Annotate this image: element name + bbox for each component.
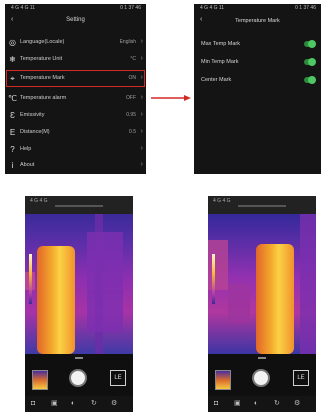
drag-handle[interactable] bbox=[75, 357, 83, 359]
settings-icon[interactable]: ⚙ bbox=[294, 400, 300, 408]
rotate-icon[interactable]: ↻ bbox=[91, 400, 97, 408]
camera-screen-1: 4 G 4 G LE ◘ ▣ ◐ ↻ ⚙ bbox=[25, 196, 133, 412]
thermal-region bbox=[87, 232, 123, 332]
emissivity-icon: Ɛ bbox=[10, 111, 15, 120]
thermometer-icon: ❄ bbox=[9, 55, 16, 64]
settings-item-label: Temperature alarm bbox=[20, 95, 67, 101]
status-left: 4 G 4 G 11 bbox=[200, 5, 225, 11]
chevron-right-icon: › bbox=[140, 111, 143, 118]
thermal-region bbox=[228, 284, 250, 324]
settings-screen: 4 G 4 G 11 0 1 37 46 ‹ Setting ◎ Languag… bbox=[5, 4, 146, 174]
settings-item-value: 0.5 bbox=[129, 129, 136, 135]
status-left: 4 G 4 G bbox=[213, 198, 231, 204]
image-icon[interactable]: ▣ bbox=[51, 400, 58, 408]
chevron-right-icon: › bbox=[140, 145, 143, 152]
settings-item-temperature-unit[interactable]: ❄ Temperature Unit °C › bbox=[5, 52, 146, 68]
mode-button[interactable]: LE bbox=[293, 370, 309, 386]
hot-region bbox=[37, 246, 75, 354]
toggle-row-max-temp[interactable]: Max Temp Mark bbox=[194, 38, 321, 52]
thermometer-alarm-icon: ℃ bbox=[8, 94, 17, 103]
toggle-knob bbox=[308, 40, 316, 48]
temperature-mark-screen: 4 G 4 G 11 0 1 37 46 ‹ Temperature Mark … bbox=[194, 4, 321, 174]
temperature-scale-bar bbox=[29, 254, 32, 304]
settings-item-value: 0.95 bbox=[126, 112, 136, 118]
settings-item-help[interactable]: ? Help › bbox=[5, 142, 146, 158]
thermal-region bbox=[300, 214, 316, 354]
settings-item-about[interactable]: i About › bbox=[5, 158, 146, 174]
toggle-row-min-temp[interactable]: Min Temp Mark bbox=[194, 56, 321, 70]
hot-region bbox=[256, 244, 294, 354]
chevron-right-icon: › bbox=[140, 94, 143, 101]
bottom-nav: ◘ ▣ ◐ ↻ ⚙ bbox=[208, 396, 316, 412]
globe-icon: ◎ bbox=[9, 38, 16, 47]
settings-item-emissivity[interactable]: Ɛ Emissivity 0.95 › bbox=[5, 108, 146, 124]
toggle-knob bbox=[308, 58, 316, 66]
settings-item-value: English bbox=[119, 39, 136, 45]
chevron-right-icon: › bbox=[140, 55, 143, 62]
shutter-button[interactable] bbox=[69, 369, 87, 387]
settings-item-label: Help bbox=[20, 146, 32, 152]
camera-screen-2: 4 G 4 G LE ◘ ▣ ◐ ↻ ⚙ bbox=[208, 196, 316, 412]
gallery-thumbnail[interactable] bbox=[215, 370, 231, 390]
temperature-scale-bar bbox=[212, 254, 215, 304]
chevron-right-icon: › bbox=[140, 38, 143, 45]
settings-icon[interactable]: ⚙ bbox=[111, 400, 117, 408]
gallery-thumbnail[interactable] bbox=[32, 370, 48, 390]
camera-icon[interactable]: ◘ bbox=[214, 400, 218, 408]
thermal-image[interactable] bbox=[25, 214, 133, 354]
toggle-label: Min Temp Mark bbox=[201, 59, 239, 65]
thermal-image[interactable] bbox=[208, 214, 316, 354]
settings-item-label: Language(Locale) bbox=[20, 39, 65, 45]
status-left: 4 G 4 G 11 bbox=[11, 5, 36, 11]
drag-handle[interactable] bbox=[258, 357, 266, 359]
settings-item-distance[interactable]: E Distance(M) 0.5 › bbox=[5, 125, 146, 141]
arrow-right-icon bbox=[151, 95, 191, 101]
divider bbox=[55, 205, 103, 207]
settings-item-label: Emissivity bbox=[20, 112, 45, 118]
settings-item-label: About bbox=[20, 162, 35, 168]
toggle-row-center-mark[interactable]: Center Mark bbox=[194, 74, 321, 88]
toggle-label: Center Mark bbox=[201, 77, 232, 83]
toggle-knob bbox=[308, 76, 316, 84]
help-icon: ? bbox=[10, 145, 15, 154]
toggle-switch[interactable] bbox=[304, 40, 316, 48]
settings-item-language[interactable]: ◎ Language(Locale) English › bbox=[5, 35, 146, 51]
chevron-right-icon: › bbox=[140, 161, 143, 168]
image-icon[interactable]: ▣ bbox=[234, 400, 241, 408]
toggle-switch[interactable] bbox=[304, 76, 316, 84]
settings-item-label: Distance(M) bbox=[20, 129, 50, 135]
divider bbox=[238, 205, 286, 207]
status-bar: 4 G 4 G 11 0 1 37 46 bbox=[5, 4, 146, 13]
status-right: 0 1 37 46 bbox=[120, 5, 141, 11]
settings-item-value: OFF bbox=[126, 95, 136, 101]
palette-icon[interactable]: ◐ bbox=[254, 400, 258, 408]
status-left: 4 G 4 G bbox=[30, 198, 48, 204]
toggle-label: Max Temp Mark bbox=[201, 41, 241, 47]
bottom-nav: ◘ ▣ ◐ ↻ ⚙ bbox=[25, 396, 133, 412]
shutter-button[interactable] bbox=[252, 369, 270, 387]
settings-item-temperature-alarm[interactable]: ℃ Temperature alarm OFF › bbox=[5, 91, 146, 107]
settings-title: Setting bbox=[66, 17, 85, 23]
highlight-box bbox=[6, 70, 145, 87]
status-bar: 4 G 4 G 11 0 1 37 46 bbox=[194, 4, 321, 13]
settings-item-label: Temperature Unit bbox=[20, 56, 63, 62]
rotate-icon[interactable]: ↻ bbox=[274, 400, 280, 408]
distance-icon: E bbox=[9, 128, 16, 137]
thermal-region bbox=[208, 240, 228, 290]
toggle-switch[interactable] bbox=[304, 58, 316, 66]
mode-button[interactable]: LE bbox=[110, 370, 126, 386]
camera-icon[interactable]: ◘ bbox=[31, 400, 35, 408]
settings-item-value: °C bbox=[130, 56, 136, 62]
chevron-right-icon: › bbox=[140, 128, 143, 135]
status-right: 0 1 37 46 bbox=[295, 5, 316, 11]
camera-status-bar: 4 G 4 G bbox=[208, 196, 316, 214]
palette-icon[interactable]: ◐ bbox=[71, 400, 75, 408]
temperature-mark-title: Temperature Mark bbox=[235, 18, 280, 24]
info-icon: i bbox=[11, 161, 14, 170]
camera-status-bar: 4 G 4 G bbox=[25, 196, 133, 214]
